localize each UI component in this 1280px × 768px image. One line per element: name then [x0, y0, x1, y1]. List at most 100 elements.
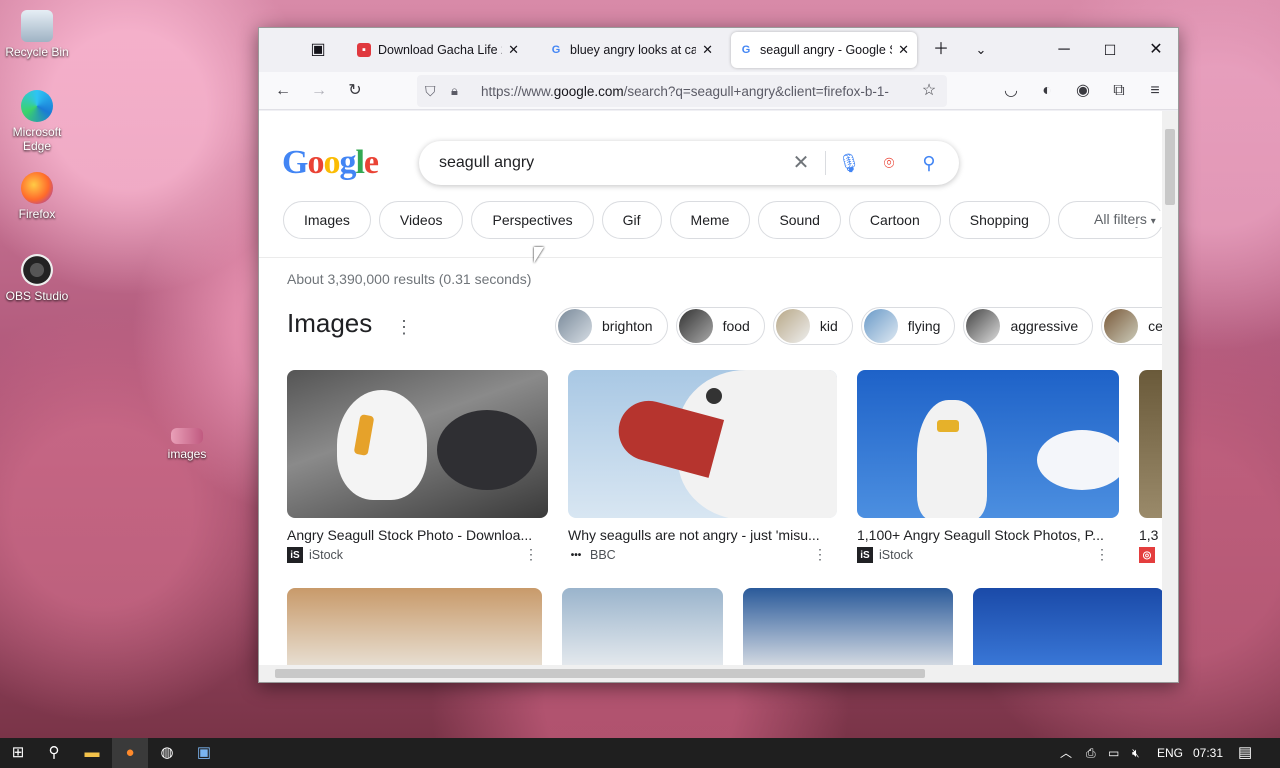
tab-bluey[interactable]: G bluey angry looks at cam ✕	[541, 32, 721, 68]
all-filters-button[interactable]: All filters ▾	[1074, 211, 1164, 227]
tray-overflow-icon[interactable]: ︿	[1060, 738, 1072, 768]
related-chip-flying[interactable]: flying	[860, 307, 956, 345]
chip-label: flying	[907, 318, 941, 334]
tab-close-icon[interactable]: ✕	[702, 42, 713, 58]
result-caption[interactable]: 1,3	[1139, 527, 1164, 543]
voice-search-icon[interactable]: 🎙︎	[837, 151, 861, 175]
taskbar-obs-icon[interactable]: ◍	[149, 738, 185, 768]
tab-overview-icon[interactable]: ▣	[303, 36, 333, 64]
language-indicator[interactable]: ENG	[1157, 738, 1183, 768]
result-thumbnail-partial[interactable]	[1139, 370, 1164, 518]
result-source[interactable]: iS iStock	[287, 547, 548, 563]
scrollbar-thumb[interactable]	[275, 669, 925, 678]
tab-gacha[interactable]: ▪ Download Gacha Life 2 b ✕	[349, 32, 527, 68]
related-chip-aggressive[interactable]: aggressive	[963, 307, 1094, 345]
filter-chip-shopping[interactable]: Shopping	[948, 201, 1050, 239]
volume-muted-icon[interactable]: 🔇︎	[1132, 738, 1140, 768]
horizontal-scrollbar[interactable]	[259, 665, 1178, 682]
result-more-icon[interactable]: ⋮	[813, 546, 827, 563]
new-tab-icon[interactable]: ＋	[926, 36, 956, 64]
start-windows-icon[interactable]: ⊞	[0, 738, 36, 768]
result-caption[interactable]: Angry Seagull Stock Photo - Downloa...	[287, 527, 548, 543]
chip-thumbnail	[775, 309, 810, 343]
filter-chip-perspectives[interactable]: Perspectives	[471, 201, 594, 239]
filter-chip-meme[interactable]: Meme	[669, 201, 751, 239]
url-bar[interactable]: ⛉ 🔒︎ https://www. google.com/search?q=sea…	[417, 75, 947, 107]
file-explorer-icon[interactable]: ▬	[74, 738, 110, 768]
maximize-icon[interactable]: ☐	[1095, 36, 1125, 64]
taskbar-app-icon[interactable]: ▣	[186, 738, 222, 768]
pocket-icon[interactable]: ◡	[997, 77, 1025, 105]
desktop-icon-edge[interactable]: Microsoft Edge	[0, 90, 74, 153]
minimize-icon[interactable]: ─	[1049, 36, 1079, 64]
filter-chip-sound[interactable]: Sound	[758, 201, 841, 239]
desktop-icon-images[interactable]: images	[150, 428, 224, 461]
obs-icon	[21, 254, 53, 286]
extension-dark-reader-icon[interactable]: ◐	[1033, 77, 1061, 105]
image-result-thumbnail[interactable]	[287, 588, 542, 667]
image-result-thumbnail[interactable]	[973, 588, 1164, 667]
desktop-icon-label: Microsoft Edge	[12, 125, 62, 153]
scrollbar-thumb[interactable]	[1165, 129, 1175, 205]
image-result[interactable]: 1,3 ◎	[1139, 370, 1164, 563]
result-more-icon[interactable]: ⋮	[1095, 546, 1109, 563]
list-tabs-chevron-icon[interactable]: ⌄	[966, 36, 996, 64]
image-result[interactable]: Why seagulls are not angry - just 'misu.…	[568, 370, 837, 563]
forward-icon[interactable]: →	[305, 77, 333, 105]
taskbar-firefox-icon[interactable]: ●	[112, 738, 148, 768]
images-more-icon[interactable]: ⋮	[395, 317, 413, 338]
image-result-thumbnail[interactable]	[562, 588, 723, 667]
result-source[interactable]: ◎	[1139, 547, 1164, 563]
reload-icon[interactable]: ↻	[341, 77, 369, 105]
result-caption[interactable]: Why seagulls are not angry - just 'misu.…	[568, 527, 837, 543]
window-close-icon[interactable]: ✕	[1141, 36, 1171, 64]
filter-chip-cartoon[interactable]: Cartoon	[848, 201, 941, 239]
result-thumbnail-seagull[interactable]	[857, 370, 1119, 518]
result-source[interactable]: iS iStock	[857, 547, 1119, 563]
tab-close-icon[interactable]: ✕	[508, 42, 519, 58]
search-box[interactable]: seagull angry ✕ 🎙︎ ⌾ ⚲	[419, 141, 959, 185]
all-filters-label: All filters	[1094, 211, 1147, 227]
tray-device-icon[interactable]: ⎙	[1086, 738, 1096, 768]
result-thumbnail-seagull[interactable]	[287, 370, 548, 518]
filter-chip-images[interactable]: Images	[283, 201, 371, 239]
tab-seagull[interactable]: G seagull angry - Google Se ✕	[731, 32, 917, 68]
lock-icon[interactable]: 🔒︎	[451, 75, 458, 107]
result-more-icon[interactable]: ⋮	[524, 546, 538, 563]
google-favicon-icon: G	[551, 44, 561, 56]
desktop-icon-obs[interactable]: OBS Studio	[0, 254, 74, 303]
desktop-icon-recycle-bin[interactable]: Recycle Bin	[0, 10, 74, 59]
desktop-icon-firefox[interactable]: Firefox	[0, 172, 74, 221]
related-chip-brighton[interactable]: brighton	[555, 307, 668, 345]
clock[interactable]: 07:31	[1193, 738, 1223, 768]
tab-close-icon[interactable]: ✕	[898, 42, 909, 58]
result-caption[interactable]: 1,100+ Angry Seagull Stock Photos, P...	[857, 527, 1119, 543]
vertical-scrollbar[interactable]	[1162, 111, 1178, 667]
network-icon[interactable]: ▭	[1108, 738, 1119, 768]
image-result[interactable]: 1,100+ Angry Seagull Stock Photos, P... …	[857, 370, 1119, 563]
google-doodle-logo[interactable]: Google	[282, 144, 379, 182]
related-chip-kid[interactable]: kid	[772, 307, 853, 345]
search-query[interactable]: seagull angry	[439, 154, 534, 172]
tracking-shield-icon[interactable]: ⛉	[425, 75, 436, 107]
filter-chip-gif[interactable]: Gif	[601, 201, 662, 239]
clear-search-icon[interactable]: ✕	[789, 151, 813, 175]
notifications-icon[interactable]: ▤	[1238, 738, 1252, 768]
menu-icon[interactable]: ≡	[1141, 77, 1169, 105]
back-icon[interactable]: ←	[269, 77, 297, 105]
bookmark-star-icon[interactable]: ☆	[915, 77, 943, 105]
extensions-icon[interactable]: ⧉	[1105, 77, 1133, 105]
url-prefix: https://www.	[481, 83, 554, 99]
search-icon[interactable]: ⚲	[917, 151, 941, 175]
image-result-thumbnail[interactable]	[743, 588, 953, 667]
filter-chips: Images Videos Perspectives Gif Meme Soun…	[283, 201, 1163, 241]
related-chip-food[interactable]: food	[675, 307, 765, 345]
account-icon[interactable]: ◉	[1069, 77, 1097, 105]
taskbar-search-icon[interactable]: ⚲	[36, 738, 72, 768]
lens-search-icon[interactable]: ⌾	[877, 151, 901, 175]
related-chip-celeb[interactable]: celeb	[1101, 307, 1164, 345]
result-thumbnail-seagull[interactable]	[568, 370, 837, 518]
filter-chip-videos[interactable]: Videos	[378, 201, 464, 239]
image-result[interactable]: Angry Seagull Stock Photo - Downloa... i…	[287, 370, 548, 563]
result-source[interactable]: ••• BBC	[568, 547, 837, 563]
